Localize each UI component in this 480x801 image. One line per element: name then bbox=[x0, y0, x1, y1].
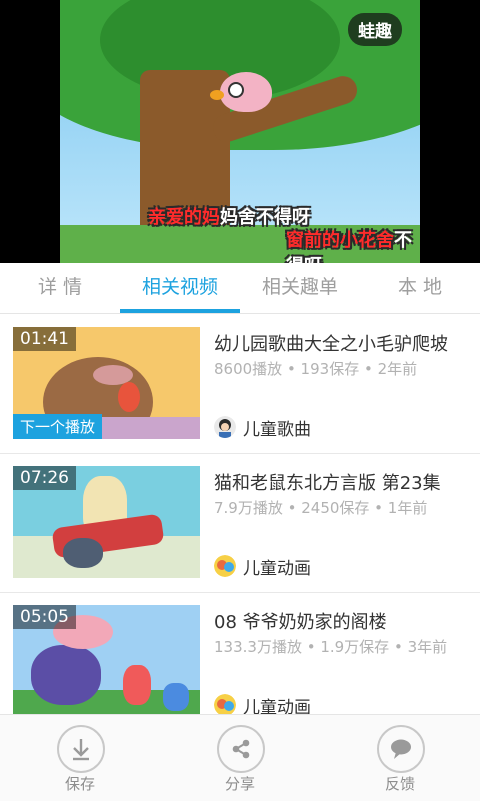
video-player[interactable]: 亲爱的妈妈舍不得呀 窗前的小花舍不得呀 蛙趣 bbox=[0, 0, 480, 263]
video-list-item[interactable]: 07:26 猫和老鼠东北方言版 第23集 7.9万播放 • 2450保存 • 1… bbox=[0, 453, 480, 593]
active-tab-indicator bbox=[120, 309, 240, 313]
tab-bar: 详 情 相关视频 相关趣单 本 地 bbox=[0, 263, 480, 314]
video-list-item[interactable]: 01:41 下一个播放 幼儿园歌曲大全之小毛驴爬坡 8600播放 • 193保存… bbox=[0, 314, 480, 454]
subtitle-line-1-highlight: 亲爱的妈 bbox=[148, 207, 220, 228]
save-button-label: 保存 bbox=[64, 775, 95, 793]
channel-avatar bbox=[214, 694, 236, 714]
thumbnail-art bbox=[163, 683, 189, 711]
channel-avatar bbox=[214, 416, 236, 438]
video-stats: 7.9万播放 • 2450保存 • 1年前 bbox=[214, 499, 428, 517]
thumbnail-art bbox=[63, 538, 103, 568]
video-list-item[interactable]: 05:05 08 爷爷奶奶家的阁楼 133.3万播放 • 1.9万保存 • 3年… bbox=[0, 592, 480, 714]
bird-eye bbox=[228, 82, 244, 98]
thumbnail-art bbox=[31, 645, 101, 705]
tab-related-lists[interactable]: 相关趣单 bbox=[240, 263, 360, 313]
channel-name: 儿童歌曲 bbox=[243, 419, 311, 440]
video-title[interactable]: 08 爷爷奶奶家的阁楼 bbox=[214, 608, 469, 634]
scene-bird bbox=[210, 72, 272, 112]
channel-avatar bbox=[214, 555, 236, 577]
next-play-badge: 下一个播放 bbox=[13, 414, 103, 439]
video-title[interactable]: 幼儿园歌曲大全之小毛驴爬坡 bbox=[214, 330, 469, 356]
channel-name: 儿童动画 bbox=[243, 697, 311, 715]
duration-badge: 01:41 bbox=[13, 327, 76, 351]
bottom-action-bar: 保存 分享 反馈 bbox=[0, 714, 480, 801]
video-stats: 133.3万播放 • 1.9万保存 • 3年前 bbox=[214, 638, 448, 656]
download-icon bbox=[57, 725, 105, 773]
tab-related-videos-label: 相关视频 bbox=[141, 276, 218, 298]
video-title[interactable]: 猫和老鼠东北方言版 第23集 bbox=[214, 469, 469, 495]
tab-details[interactable]: 详 情 bbox=[0, 263, 120, 313]
channel-name: 儿童动画 bbox=[243, 558, 311, 579]
thumbnail-art bbox=[123, 665, 151, 705]
brand-watermark: 蛙趣 bbox=[348, 13, 402, 46]
feedback-button[interactable]: 反馈 bbox=[320, 715, 480, 801]
channel-link[interactable]: 儿童歌曲 bbox=[214, 414, 311, 440]
save-button[interactable]: 保存 bbox=[0, 715, 160, 801]
subtitle-line-1-rest: 妈舍不得呀 bbox=[220, 207, 310, 228]
tab-related-videos[interactable]: 相关视频 bbox=[120, 263, 240, 313]
bird-beak bbox=[210, 90, 224, 100]
channel-link[interactable]: 儿童动画 bbox=[214, 553, 311, 579]
duration-badge: 05:05 bbox=[13, 605, 76, 629]
thumbnail-art bbox=[118, 382, 140, 412]
channel-link[interactable]: 儿童动画 bbox=[214, 692, 311, 714]
video-thumbnail[interactable]: 01:41 下一个播放 bbox=[13, 327, 200, 439]
subtitle-line-2-highlight: 窗前的小花舍 bbox=[286, 230, 394, 251]
video-stats: 8600播放 • 193保存 • 2年前 bbox=[214, 360, 418, 378]
video-thumbnail[interactable]: 05:05 bbox=[13, 605, 200, 714]
feedback-button-label: 反馈 bbox=[384, 775, 415, 793]
share-icon bbox=[217, 725, 265, 773]
share-button[interactable]: 分享 bbox=[160, 715, 320, 801]
feedback-icon bbox=[377, 725, 425, 773]
related-video-list[interactable]: 01:41 下一个播放 幼儿园歌曲大全之小毛驴爬坡 8600播放 • 193保存… bbox=[0, 314, 480, 714]
tab-local[interactable]: 本 地 bbox=[360, 263, 480, 313]
video-thumbnail[interactable]: 07:26 bbox=[13, 466, 200, 578]
share-button-label: 分享 bbox=[224, 775, 255, 793]
subtitle-line-2: 窗前的小花舍不得呀 bbox=[286, 226, 420, 263]
duration-badge: 07:26 bbox=[13, 466, 76, 490]
